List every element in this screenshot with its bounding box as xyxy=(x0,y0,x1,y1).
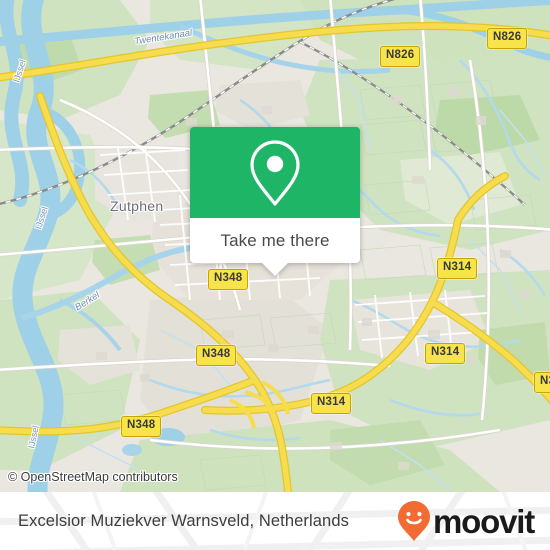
osm-attribution[interactable]: © OpenStreetMap contributors xyxy=(8,470,178,484)
take-me-there-label: Take me there xyxy=(220,230,330,250)
moovit-pin-smile-icon xyxy=(398,501,431,541)
moovit-map-page: Zutphen Twentekanaal Berkel IJssel IJsse… xyxy=(0,0,550,550)
callout-icon-panel xyxy=(190,127,360,218)
callout-action-bar[interactable]: Take me there xyxy=(190,218,360,263)
take-me-there-callout[interactable]: Take me there xyxy=(190,127,360,276)
moovit-wordmark: moovit xyxy=(433,502,535,540)
map-pin-icon xyxy=(250,139,300,206)
map-viewport[interactable]: Zutphen Twentekanaal Berkel IJssel IJsse… xyxy=(0,0,550,492)
location-title: Excelsior Muziekver Warnsveld, Netherlan… xyxy=(18,511,349,530)
footer-bar: Excelsior Muziekver Warnsveld, Netherlan… xyxy=(0,492,550,550)
callout-pointer xyxy=(262,263,288,276)
moovit-logo[interactable]: moovit xyxy=(397,500,535,542)
